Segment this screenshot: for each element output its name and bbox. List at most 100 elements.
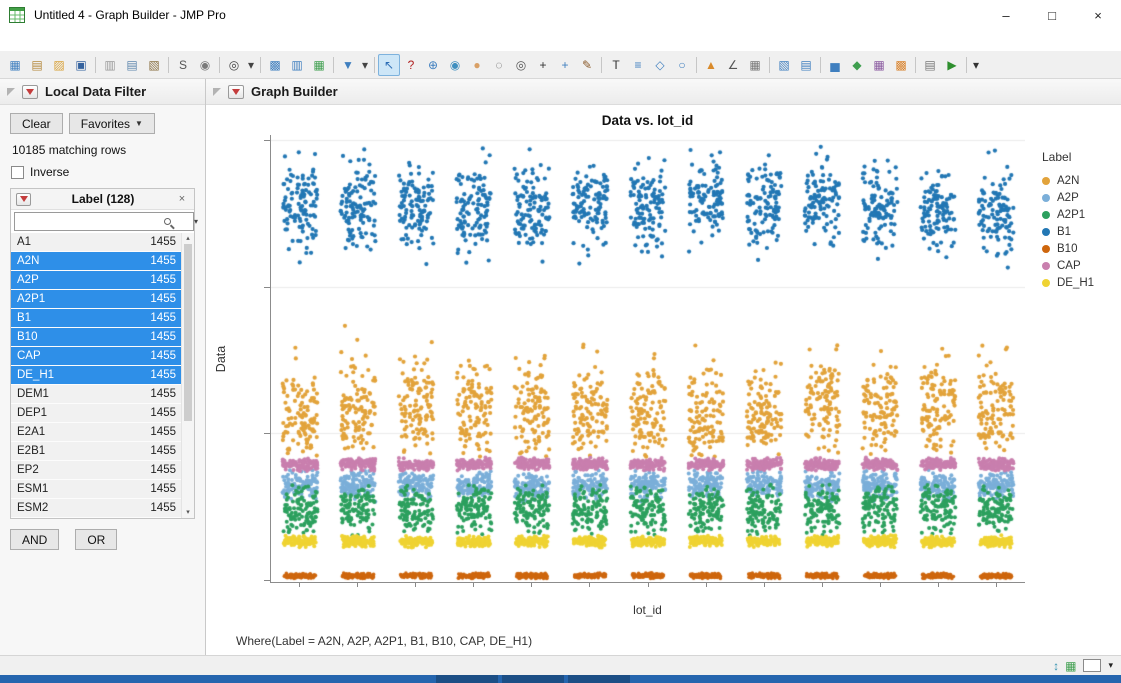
grid-settings-icon[interactable]: ▦: [744, 54, 766, 76]
lock-icon[interactable]: ◉: [194, 54, 216, 76]
toolbar-overflow-caret-icon[interactable]: ▾: [970, 54, 982, 76]
legend-entry[interactable]: CAP: [1042, 257, 1121, 274]
menu-graph[interactable]: [104, 39, 118, 43]
menu-cols[interactable]: [62, 39, 76, 43]
run-script-icon[interactable]: ▶: [941, 54, 963, 76]
menu-tables[interactable]: [34, 39, 48, 43]
scroll-thumb[interactable]: [184, 244, 192, 421]
legend-entry[interactable]: A2P1: [1042, 206, 1121, 223]
minimize-button[interactable]: –: [983, 0, 1029, 30]
menu-doe[interactable]: [76, 39, 90, 43]
filter-value-row[interactable]: EP2 1455: [11, 461, 181, 480]
copy-special-icon[interactable]: S: [172, 54, 194, 76]
brush-tool-icon[interactable]: ◉: [444, 54, 466, 76]
menu-analyze[interactable]: [90, 39, 104, 43]
move-tool-icon[interactable]: ⊕: [422, 54, 444, 76]
graph-builder-menu-icon[interactable]: [228, 85, 244, 99]
filter-value-row[interactable]: ESM2 1455: [11, 499, 181, 518]
filter-value-row[interactable]: A1 1455: [11, 233, 181, 252]
y-axis-label[interactable]: Data: [206, 135, 236, 583]
filter-value-row[interactable]: A2P1 1455: [11, 290, 181, 309]
menu-add-ins[interactable]: [132, 39, 146, 43]
lasso-tool-icon[interactable]: ◌: [488, 54, 510, 76]
inverse-checkbox[interactable]: [11, 166, 24, 179]
menu-help[interactable]: [174, 39, 188, 43]
search-caret-icon[interactable]: ▾: [245, 54, 257, 76]
filter-value-row[interactable]: E2B1 1455: [11, 442, 181, 461]
menu-edit[interactable]: [20, 39, 34, 43]
or-button[interactable]: OR: [75, 529, 117, 550]
new-data-table-icon[interactable]: ▦: [4, 54, 26, 76]
filter-value-row[interactable]: DEM1 1455: [11, 385, 181, 404]
filter-panel-menu-icon[interactable]: [22, 85, 38, 99]
close-filter-column-icon[interactable]: ×: [175, 193, 189, 205]
paste-icon[interactable]: ▧: [143, 54, 165, 76]
legend-entry[interactable]: DE_H1: [1042, 274, 1121, 291]
log-window-icon[interactable]: ▧: [773, 54, 795, 76]
chart-title[interactable]: Data vs. lot_id: [270, 105, 1025, 135]
menu-window[interactable]: [160, 39, 174, 43]
journal-window-icon[interactable]: ▤: [919, 54, 941, 76]
menu-file[interactable]: [6, 39, 20, 43]
window-list-icon[interactable]: ▤: [795, 54, 817, 76]
plot-area[interactable]: [270, 135, 1025, 583]
tabulate-icon[interactable]: ▦: [868, 54, 890, 76]
find-in-table-icon[interactable]: ▩: [264, 54, 286, 76]
magnifier-tool-icon[interactable]: ◎: [510, 54, 532, 76]
zoom-in-tool-icon[interactable]: +: [532, 54, 554, 76]
label-column-menu-icon[interactable]: [16, 193, 31, 206]
text-annotation-icon[interactable]: T: [605, 54, 627, 76]
maximize-button[interactable]: □: [1029, 0, 1075, 30]
collapse-filter-panel-icon[interactable]: [7, 88, 15, 96]
filter-value-row[interactable]: DE_H1 1455: [11, 366, 181, 385]
clear-icon[interactable]: ▥: [99, 54, 121, 76]
scroll-down-icon[interactable]: ▾: [182, 507, 194, 518]
fit-y-by-x-icon[interactable]: ◆: [846, 54, 868, 76]
distribution-platform-icon[interactable]: ▅: [824, 54, 846, 76]
columns-viewer-icon[interactable]: ▥: [286, 54, 308, 76]
scatter-points-canvas[interactable]: [271, 135, 1025, 582]
status-indicator-box[interactable]: [1083, 659, 1101, 672]
polygon-annotation-icon[interactable]: ◇: [649, 54, 671, 76]
search-options-caret-icon[interactable]: ▾: [194, 217, 198, 226]
legend-entry[interactable]: A2N: [1042, 172, 1121, 189]
legend-entry[interactable]: B10: [1042, 240, 1121, 257]
filter-value-row[interactable]: A2P 1455: [11, 271, 181, 290]
filter-caret-icon[interactable]: ▾: [359, 54, 371, 76]
taskbar[interactable]: [0, 675, 1121, 683]
legend-entry[interactable]: A2P: [1042, 189, 1121, 206]
filter-value-row[interactable]: B10 1455: [11, 328, 181, 347]
arrow-tool-icon[interactable]: ↖: [378, 54, 400, 76]
save-icon[interactable]: ▣: [70, 54, 92, 76]
pin-annotation-icon[interactable]: ▲: [700, 54, 722, 76]
oval-annotation-icon[interactable]: ○: [671, 54, 693, 76]
filter-value-row[interactable]: DEP1 1455: [11, 404, 181, 423]
annotate-pencil-icon[interactable]: ✎: [576, 54, 598, 76]
filter-value-row[interactable]: A2N 1455: [11, 252, 181, 271]
scroll-up-icon[interactable]: ▴: [182, 233, 194, 244]
graph-builder-icon[interactable]: ▩: [890, 54, 912, 76]
help-tool-icon[interactable]: ?: [400, 54, 422, 76]
line-annotation-icon[interactable]: ≡: [627, 54, 649, 76]
menu-tools[interactable]: [118, 39, 132, 43]
filter-value-row[interactable]: ESM1 1455: [11, 480, 181, 499]
close-button[interactable]: ×: [1075, 0, 1121, 30]
taskbar-app-button[interactable]: [568, 675, 630, 683]
x-axis-label[interactable]: lot_id: [270, 603, 1025, 621]
data-filter-icon[interactable]: ▼: [337, 54, 359, 76]
hand-tool-icon[interactable]: ●: [466, 54, 488, 76]
clear-button[interactable]: Clear: [10, 113, 63, 134]
and-button[interactable]: AND: [10, 529, 59, 550]
status-menu-caret-icon[interactable]: ▾: [1108, 660, 1113, 671]
collapse-graph-panel-icon[interactable]: [213, 88, 221, 96]
new-journal-icon[interactable]: ▤: [26, 54, 48, 76]
filter-value-row[interactable]: B1 1455: [11, 309, 181, 328]
favorites-button[interactable]: Favorites ▼: [69, 113, 155, 134]
axis-settings-icon[interactable]: ∠: [722, 54, 744, 76]
filter-value-row[interactable]: E2A1 1455: [11, 423, 181, 442]
list-scrollbar[interactable]: ▴ ▾: [181, 233, 194, 518]
status-table-icon[interactable]: ▦: [1065, 659, 1076, 673]
crosshair-tool-icon[interactable]: +: [554, 54, 576, 76]
search-icon[interactable]: ◎: [223, 54, 245, 76]
taskbar-app-button[interactable]: [436, 675, 498, 683]
